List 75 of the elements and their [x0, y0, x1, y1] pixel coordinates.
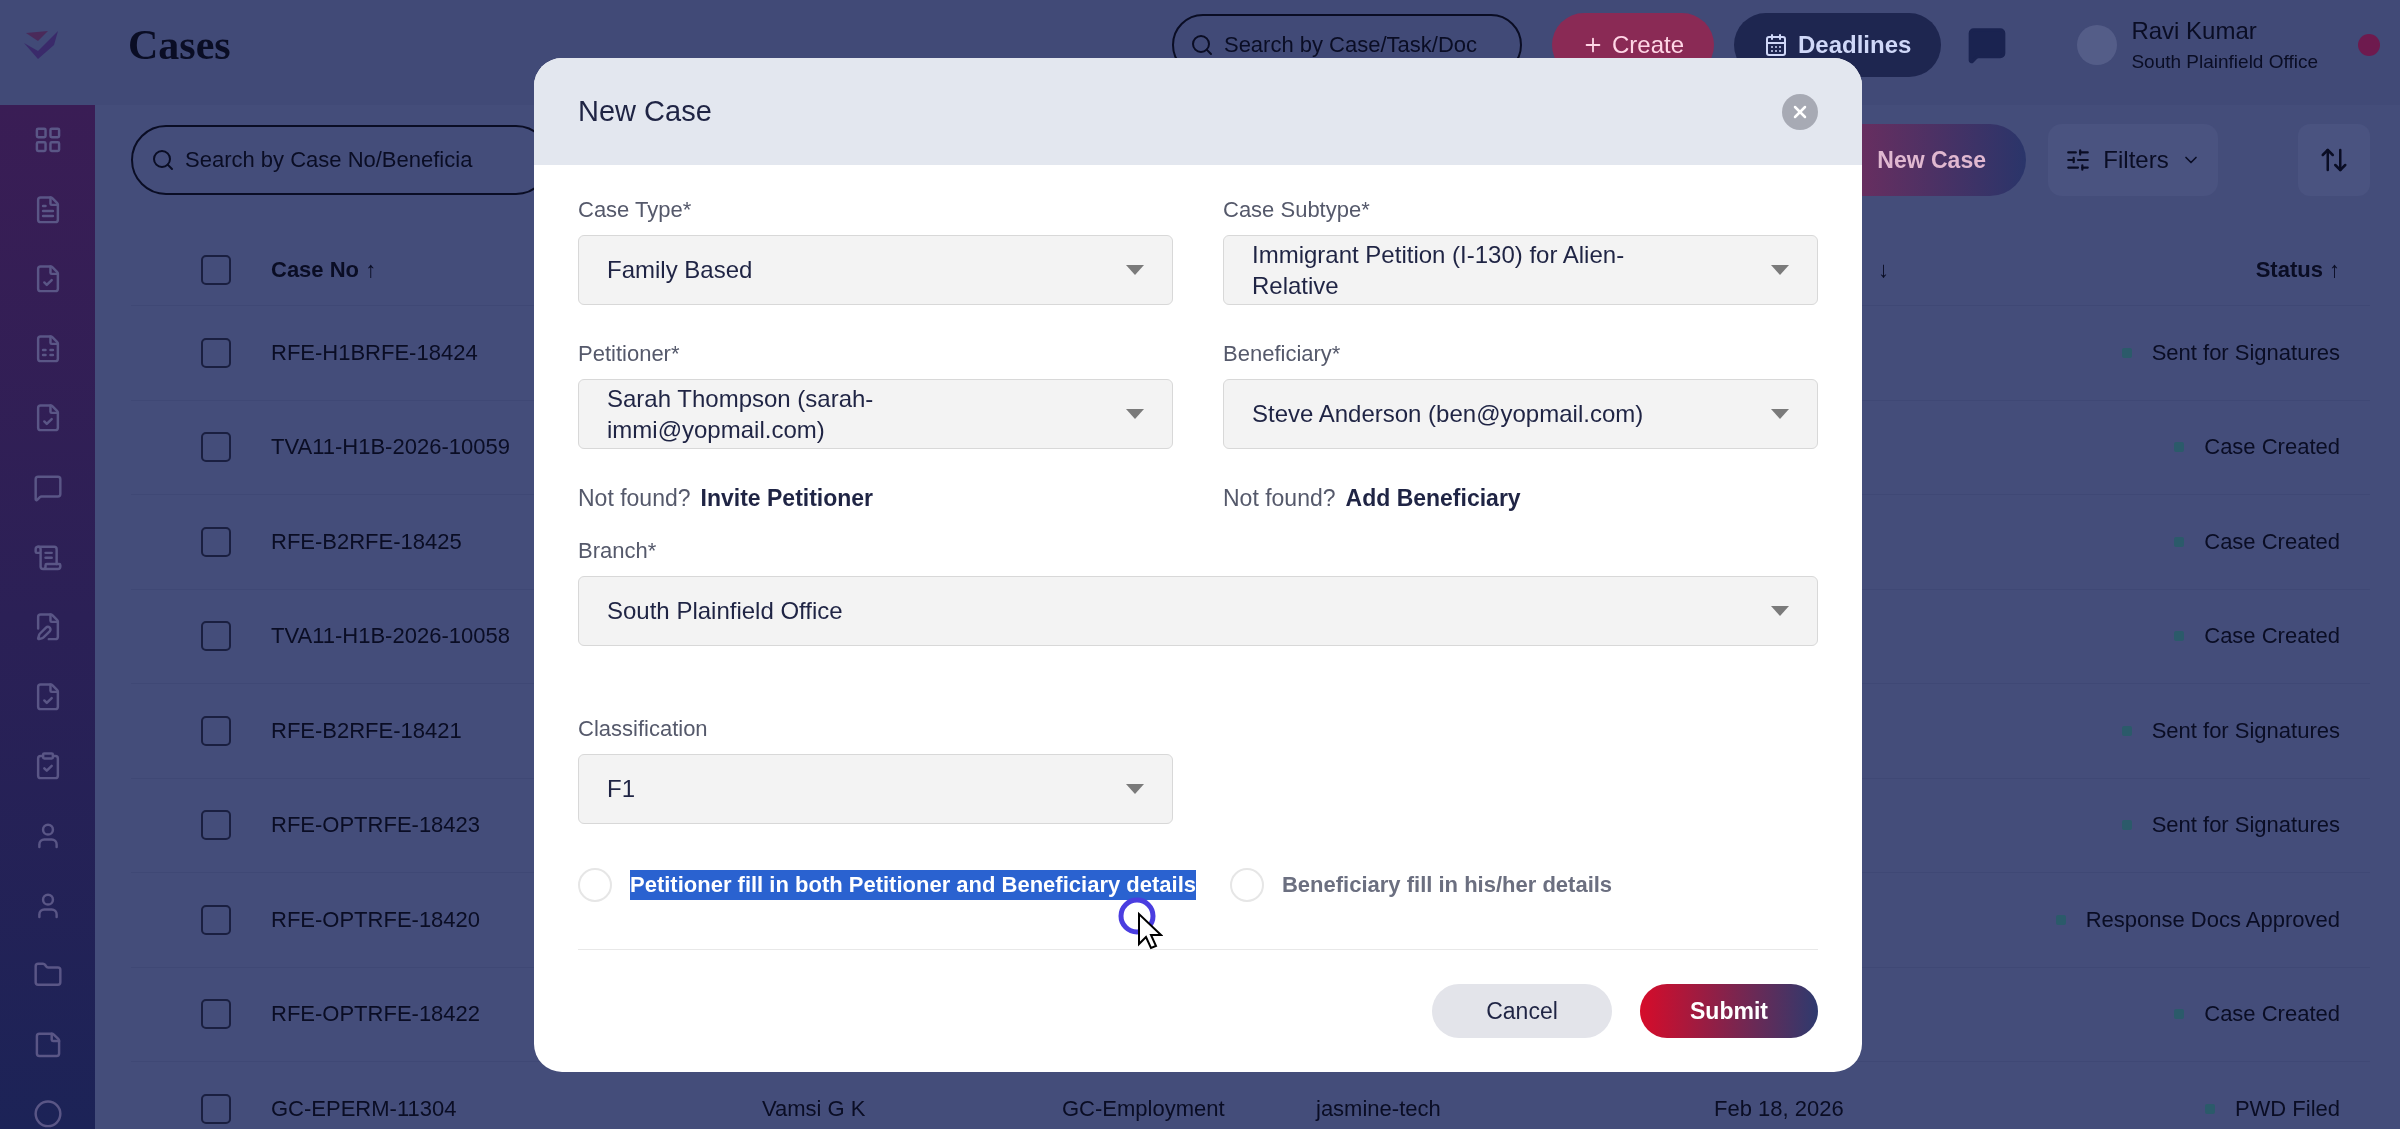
page-title: Cases [128, 20, 231, 69]
select-field[interactable]: Family Based [578, 235, 1173, 305]
calendar-icon [1764, 32, 1788, 57]
checkbox[interactable] [201, 526, 231, 557]
status-text: Sent for Signatures [2151, 812, 2340, 839]
status-text: Sent for Signatures [2151, 339, 2340, 366]
caret-icon [1771, 409, 1789, 419]
option-label[interactable]: Beneficiary fill in his/her details [1282, 870, 1613, 900]
table-cell: RFE-B2RFE-18425 [271, 528, 462, 555]
field-label: Petitioner* [578, 341, 681, 367]
radio-button[interactable] [1230, 868, 1264, 902]
checkbox[interactable] [201, 621, 231, 652]
checkbox[interactable] [201, 810, 231, 841]
select-field[interactable]: Immigrant Petition (I-130) for Alien-Relative [1223, 235, 1818, 305]
table-cell: RFE-OPTRFE-18423 [271, 812, 481, 839]
status-text: Case Created [2204, 623, 2340, 650]
table-cell: RFE-B2RFE-18421 [271, 717, 462, 744]
field-label: Branch* [578, 538, 658, 564]
table-cell: GC-Employment [1062, 1095, 1225, 1122]
scroll-icon[interactable] [32, 542, 63, 573]
user-name: Ravi Kumar [2131, 16, 2258, 45]
status-text: Case Created [2204, 528, 2340, 555]
caret-icon [1126, 784, 1144, 794]
checkbox[interactable] [201, 255, 231, 285]
status-text: Sent for Signatures [2151, 717, 2340, 744]
caret-icon [1771, 606, 1789, 616]
checkbox[interactable] [201, 1093, 231, 1124]
table-cell: RFE-H1BRFE-18424 [271, 339, 478, 366]
sort-button[interactable] [2298, 124, 2370, 196]
checkbox[interactable] [201, 432, 231, 463]
select-field[interactable]: South Plainfield Office [578, 576, 1818, 646]
sliders-icon [2065, 147, 2092, 173]
table-cell: Feb 18, 2026 [1714, 1095, 1844, 1122]
circle-icon[interactable] [32, 1099, 63, 1129]
search-icon [1189, 32, 1214, 57]
checkbox[interactable] [201, 337, 231, 368]
dropdown-icon[interactable] [2358, 33, 2380, 56]
table-cell: Vamsi G K [762, 1095, 866, 1122]
status-text: Case Created [2204, 1001, 2340, 1028]
table-cell: TVA11-H1B-2026-10058 [271, 623, 510, 650]
field-label: Case Subtype* [1223, 197, 1371, 223]
status-text: PWD Filed [2234, 1095, 2340, 1122]
checkbox[interactable] [201, 715, 231, 746]
close-button[interactable] [1782, 93, 1818, 130]
checkbox[interactable] [201, 999, 231, 1030]
caret-icon [1126, 409, 1144, 419]
submit-button[interactable]: Submit [1640, 984, 1818, 1038]
status-text: Case Created [2204, 434, 2340, 461]
status-text: Response Docs Approved [2085, 906, 2340, 933]
field-label: Beneficiary* [1223, 341, 1342, 367]
field-label: Classification [578, 716, 709, 742]
radio-button[interactable] [578, 868, 612, 902]
cursor-icon [1117, 896, 1163, 952]
chat-icon[interactable] [32, 472, 63, 503]
table-cell: GC-EPERM-11304 [271, 1095, 457, 1122]
cancel-button[interactable]: Cancel [1432, 984, 1612, 1038]
search-icon [151, 148, 175, 172]
hint-text: Not found? [578, 485, 691, 512]
hint-text: Not found? [1223, 485, 1336, 512]
table-cell: TVA11-H1B-2026-10059 [271, 434, 510, 461]
dialog-title: New Case [578, 95, 712, 128]
select-field[interactable]: Steve Anderson (ben@yopmail.com) [1223, 379, 1818, 449]
table-cell: RFE-OPTRFE-18422 [271, 1001, 481, 1028]
select-field[interactable]: Sarah Thompson (sarah-immi@yopmail.com) [578, 379, 1173, 449]
table-cell: jasmine-tech [1316, 1095, 1441, 1122]
select-field[interactable]: F1 [578, 754, 1173, 824]
caret-icon [1126, 265, 1144, 275]
caret-icon [1771, 265, 1789, 275]
invite-link[interactable]: Invite Petitioner [700, 485, 874, 512]
field-label: Case Type* [578, 197, 693, 223]
user-office: South Plainfield Office [2131, 50, 2318, 73]
invite-link[interactable]: Add Beneficiary [1345, 485, 1521, 512]
checkbox[interactable] [201, 904, 231, 935]
table-cell: RFE-OPTRFE-18420 [271, 906, 481, 933]
option-label[interactable]: Petitioner fill in both Petitioner and Beneficiary details [630, 870, 1196, 900]
